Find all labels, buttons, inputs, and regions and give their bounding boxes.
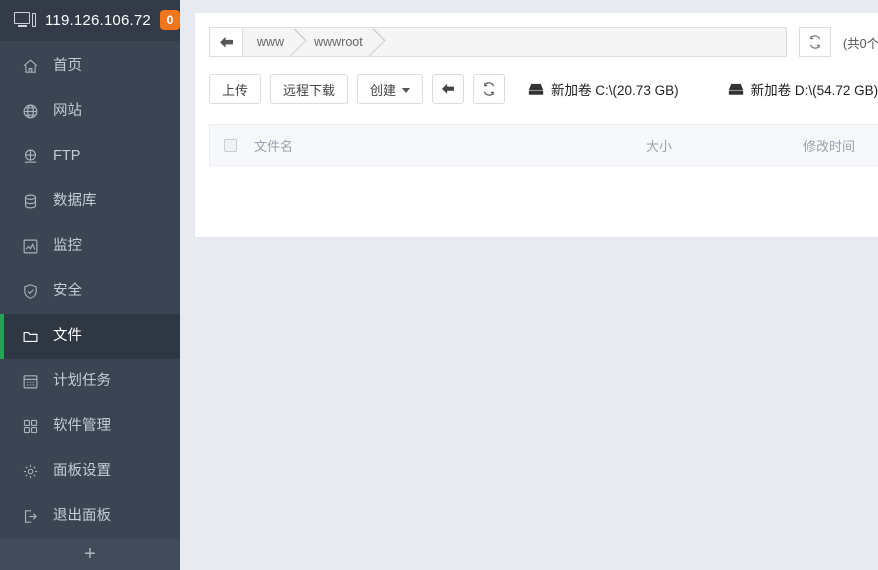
sidebar-item-ftp[interactable]: FTP bbox=[0, 134, 180, 179]
breadcrumb-label: wwwroot bbox=[314, 35, 363, 49]
sidebar-add-button[interactable]: + bbox=[0, 538, 180, 570]
sidebar-nav: 首页 网站 FTP 数据库 监控 安全 文件 计划任务 软件管理 面板设置 退出… bbox=[0, 41, 180, 539]
sidebar-item-software[interactable]: 软件管理 bbox=[0, 404, 180, 449]
sidebar-item-database[interactable]: 数据库 bbox=[0, 179, 180, 224]
file-manager-card: www wwwroot (共0个目 上传 远程下载 bbox=[194, 13, 878, 238]
file-table-header: 文件名 大小 修改时间 bbox=[209, 124, 878, 166]
sidebar-item-label: 面板设置 bbox=[53, 462, 111, 479]
breadcrumb-items: www wwwroot bbox=[243, 28, 379, 56]
sidebar-item-label: 退出面板 bbox=[53, 507, 111, 524]
file-toolbar: 上传 远程下载 创建 新加卷 C:\(20.73 GB) 新加卷 D:\(54.… bbox=[195, 57, 878, 104]
database-icon bbox=[22, 193, 39, 210]
sidebar-item-website[interactable]: 网站 bbox=[0, 89, 180, 134]
home-icon bbox=[22, 58, 39, 75]
notification-badge[interactable]: 0 bbox=[159, 10, 180, 31]
plus-icon: + bbox=[84, 543, 96, 566]
sidebar-item-label: 计划任务 bbox=[53, 372, 111, 389]
drive-link-d[interactable]: 新加卷 D:\(54.72 GB) bbox=[728, 79, 878, 99]
refresh-icon bbox=[483, 82, 495, 96]
toolbar-refresh-button[interactable] bbox=[473, 74, 506, 104]
sidebar-item-security[interactable]: 安全 bbox=[0, 269, 180, 314]
directory-count-label: (共0个目 bbox=[843, 36, 878, 51]
drive-link-c[interactable]: 新加卷 C:\(20.73 GB) bbox=[528, 79, 679, 99]
shield-icon bbox=[22, 283, 39, 300]
monitor-icon bbox=[14, 11, 36, 29]
chevron-down-icon bbox=[402, 87, 411, 93]
column-header-mtime[interactable]: 修改时间 bbox=[734, 136, 878, 155]
sidebar-item-files[interactable]: 文件 bbox=[0, 313, 180, 359]
gear-icon bbox=[22, 463, 39, 480]
select-all-cell bbox=[224, 138, 254, 152]
breadcrumb-label: www bbox=[257, 35, 285, 49]
sidebar-item-panel-settings[interactable]: 面板设置 bbox=[0, 449, 180, 494]
select-all-checkbox[interactable] bbox=[224, 138, 237, 152]
calendar-icon bbox=[22, 373, 39, 390]
sidebar-header: 119.126.106.72 0 bbox=[0, 0, 180, 41]
drive-label: 新加卷 C:\(20.73 GB) bbox=[551, 83, 679, 98]
sidebar-item-logout[interactable]: 退出面板 bbox=[0, 494, 180, 539]
remote-download-button[interactable]: 远程下载 bbox=[270, 74, 349, 104]
logout-icon bbox=[22, 508, 39, 525]
sidebar-item-label: 软件管理 bbox=[53, 417, 111, 434]
column-header-size[interactable]: 大小 bbox=[584, 136, 734, 155]
upload-button-label: 上传 bbox=[222, 82, 249, 98]
sidebar: 119.126.106.72 0 首页 网站 FTP 数据库 监控 安全 文件 … bbox=[0, 0, 180, 570]
grid-icon bbox=[22, 418, 39, 435]
remote-download-button-label: 远程下载 bbox=[283, 82, 336, 98]
file-table: 文件名 大小 修改时间 bbox=[195, 104, 878, 211]
breadcrumb: www wwwroot bbox=[209, 27, 787, 57]
chart-icon bbox=[22, 238, 39, 255]
sidebar-item-label: 网站 bbox=[53, 102, 82, 119]
main-content: www wwwroot (共0个目 上传 远程下载 bbox=[180, 0, 878, 570]
harddisk-icon bbox=[528, 83, 544, 95]
folder-icon bbox=[22, 328, 39, 345]
create-button-label: 创建 bbox=[370, 82, 397, 98]
sidebar-item-label: 文件 bbox=[53, 327, 82, 344]
sidebar-item-label: 监控 bbox=[53, 237, 82, 254]
harddisk-icon bbox=[728, 83, 743, 95]
breadcrumb-row: www wwwroot (共0个目 bbox=[195, 13, 878, 57]
upload-button[interactable]: 上传 bbox=[209, 74, 262, 104]
drive-label: 新加卷 D:\(54.72 GB) bbox=[750, 83, 878, 98]
breadcrumb-item-www[interactable]: www bbox=[243, 28, 300, 56]
breadcrumb-back-button[interactable] bbox=[210, 28, 243, 56]
arrow-left-icon bbox=[219, 36, 233, 48]
sidebar-item-monitor[interactable]: 监控 bbox=[0, 224, 180, 269]
globe-icon bbox=[22, 103, 39, 120]
sidebar-item-home[interactable]: 首页 bbox=[0, 44, 180, 89]
sidebar-item-label: FTP bbox=[53, 147, 81, 164]
arrow-left-icon bbox=[442, 83, 455, 94]
ftp-icon bbox=[22, 148, 39, 165]
breadcrumb-refresh-button[interactable] bbox=[799, 27, 831, 57]
create-dropdown-button[interactable]: 创建 bbox=[357, 74, 424, 104]
sidebar-item-label: 首页 bbox=[53, 57, 82, 74]
sidebar-item-label: 数据库 bbox=[53, 192, 97, 209]
column-header-filename[interactable]: 文件名 bbox=[254, 136, 584, 155]
server-ip-label: 119.126.106.72 bbox=[45, 11, 151, 29]
sidebar-item-crontab[interactable]: 计划任务 bbox=[0, 359, 180, 404]
toolbar-back-button[interactable] bbox=[432, 74, 465, 104]
breadcrumb-item-wwwroot[interactable]: wwwroot bbox=[300, 28, 379, 56]
sidebar-item-label: 安全 bbox=[53, 282, 82, 299]
refresh-icon bbox=[809, 35, 821, 49]
